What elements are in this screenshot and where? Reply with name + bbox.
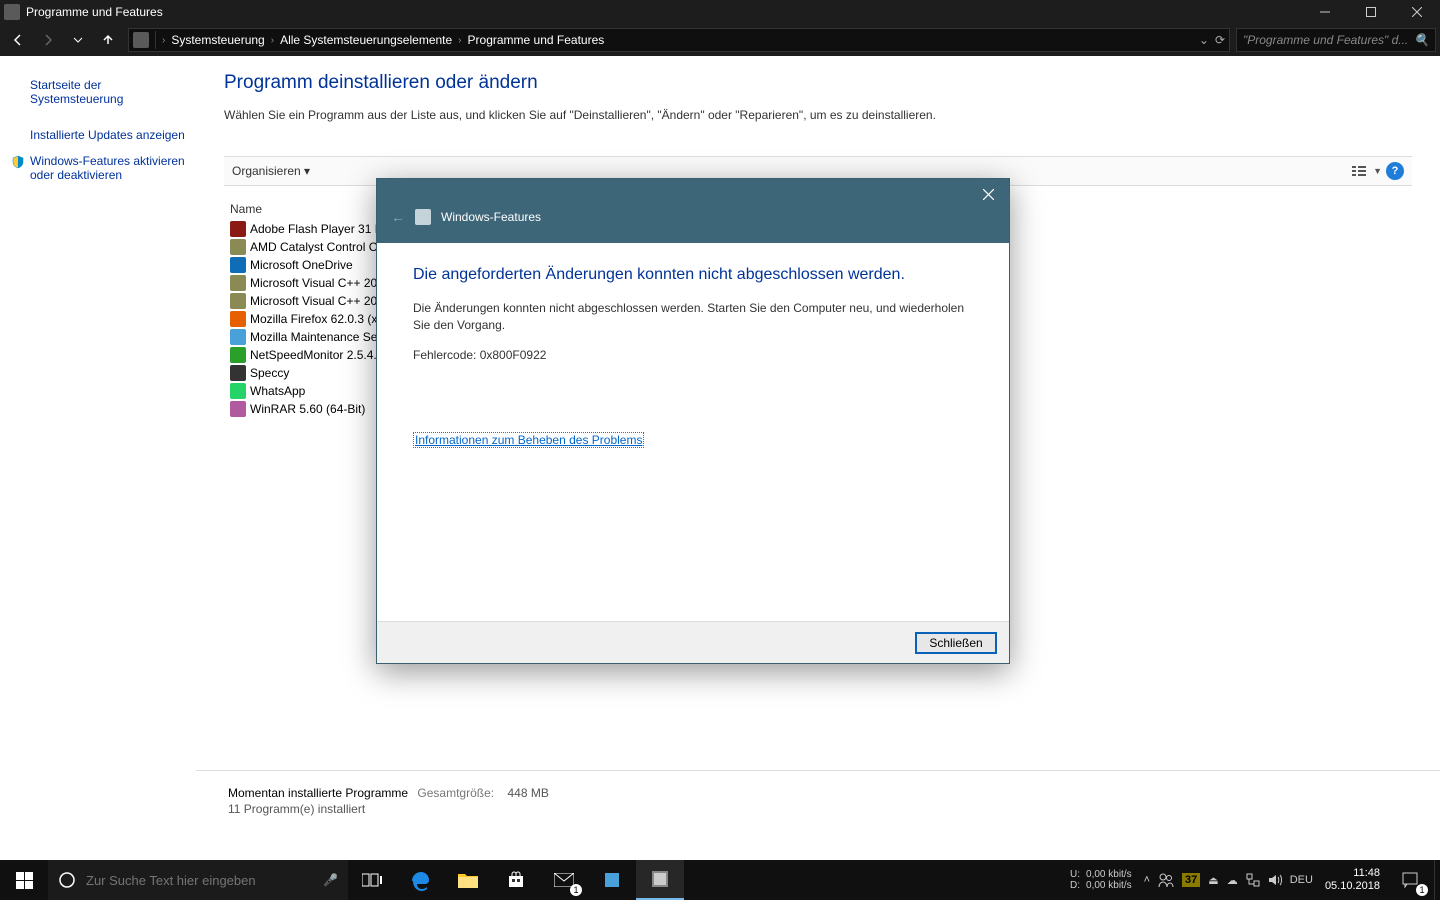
program-icon xyxy=(230,383,246,399)
dialog-body: Die angeforderten Änderungen konnten nic… xyxy=(377,243,1009,621)
nav-back-button[interactable] xyxy=(4,26,32,54)
refresh-icon[interactable]: ⟳ xyxy=(1215,33,1225,47)
chevron-right-icon[interactable]: › xyxy=(162,35,165,46)
chevron-down-icon[interactable]: ⌄ xyxy=(1199,33,1209,47)
chevron-right-icon[interactable]: › xyxy=(271,35,274,46)
nav-forward-button[interactable] xyxy=(34,26,62,54)
action-center-button[interactable] xyxy=(1386,860,1434,900)
system-tray: ˄ 37 ⏏ ☁ DEU xyxy=(1138,860,1319,900)
dialog-error-code: Fehlercode: 0x800F0922 xyxy=(413,347,973,364)
shield-icon xyxy=(10,154,26,170)
clock-date: 05.10.2018 xyxy=(1325,880,1380,893)
breadcrumb[interactable]: Programme und Features xyxy=(468,33,605,47)
dialog-footer: Schließen xyxy=(377,621,1009,663)
program-icon xyxy=(230,275,246,291)
taskbar-search[interactable]: 🎤 xyxy=(48,860,348,900)
breadcrumb[interactable]: Systemsteuerung xyxy=(171,33,264,47)
app-icon xyxy=(4,4,20,20)
program-icon xyxy=(230,221,246,237)
nav-history-button[interactable] xyxy=(64,26,92,54)
address-bar[interactable]: › Systemsteuerung › Alle Systemsteuerung… xyxy=(128,28,1230,52)
dialog-icon xyxy=(415,209,431,225)
people-icon[interactable] xyxy=(1158,872,1174,888)
dialog-back-icon: ← xyxy=(391,209,405,225)
status-title: Momentan installierte Programme xyxy=(228,786,408,800)
navigation-toolbar: › Systemsteuerung › Alle Systemsteuerung… xyxy=(0,24,1440,56)
search-input[interactable]: "Programme und Features" d... 🔍 xyxy=(1236,28,1436,52)
sidebar-home-link[interactable]: Startseite der Systemsteuerung xyxy=(10,72,186,112)
taskbar: 🎤 U:0,00 kbit/s D:0,00 kbit/s ˄ 37 ⏏ ☁ D… xyxy=(0,860,1440,900)
dialog-title: Windows-Features xyxy=(441,210,541,224)
maximize-button[interactable] xyxy=(1348,0,1394,24)
program-icon xyxy=(230,365,246,381)
usb-icon[interactable]: ⏏ xyxy=(1208,874,1218,887)
program-icon xyxy=(230,293,246,309)
tray-overflow-icon[interactable]: ˄ xyxy=(1144,874,1150,886)
sidebar: Startseite der Systemsteuerung Installie… xyxy=(0,56,196,830)
taskbar-app-button[interactable] xyxy=(636,860,684,900)
status-bar: Momentan installierte Programme Gesamtgr… xyxy=(196,770,1440,830)
page-title: Programm deinstallieren oder ändern xyxy=(224,72,1412,94)
volume-icon[interactable] xyxy=(1268,873,1282,887)
network-icon[interactable] xyxy=(1246,873,1260,887)
taskbar-settings-button[interactable] xyxy=(588,860,636,900)
window-title: Programme und Features xyxy=(26,5,1302,19)
sidebar-features-link[interactable]: Windows-Features aktivieren oder deaktiv… xyxy=(10,148,186,188)
dialog-close-action-button[interactable]: Schließen xyxy=(915,632,997,654)
taskbar-explorer-button[interactable] xyxy=(444,860,492,900)
show-desktop-button[interactable] xyxy=(1434,860,1440,900)
clock-time: 11:48 xyxy=(1353,867,1380,880)
dialog-help-link[interactable]: Informationen zum Beheben des Problems xyxy=(413,432,644,448)
taskbar-mail-button[interactable] xyxy=(540,860,588,900)
cpu-badge[interactable]: 37 xyxy=(1182,873,1200,887)
mic-icon[interactable]: 🎤 xyxy=(323,873,338,887)
windows-features-dialog: ← Windows-Features Die angeforderten Änd… xyxy=(376,178,1010,664)
status-size-label: Gesamtgröße: xyxy=(417,786,494,800)
status-count: 11 Programm(e) installiert xyxy=(228,802,549,816)
dialog-header: ← Windows-Features xyxy=(377,179,1009,243)
taskbar-search-input[interactable] xyxy=(86,873,313,888)
status-size-value: 448 MB xyxy=(507,786,548,800)
search-placeholder: "Programme und Features" d... xyxy=(1243,33,1408,47)
view-options-button[interactable] xyxy=(1347,160,1373,182)
address-icon xyxy=(133,32,149,48)
sidebar-updates-link[interactable]: Installierte Updates anzeigen xyxy=(10,122,186,148)
program-name: Microsoft OneDrive xyxy=(250,258,353,272)
taskbar-clock[interactable]: 11:48 05.10.2018 xyxy=(1319,867,1386,893)
dialog-heading: Die angeforderten Änderungen konnten nic… xyxy=(413,265,973,286)
search-icon: 🔍 xyxy=(1414,33,1429,47)
dialog-close-button[interactable] xyxy=(967,179,1009,209)
net-speed-monitor[interactable]: U:0,00 kbit/s D:0,00 kbit/s xyxy=(1064,869,1138,891)
program-icon xyxy=(230,329,246,345)
start-button[interactable] xyxy=(0,860,48,900)
cortana-icon xyxy=(58,871,76,889)
taskbar-store-button[interactable] xyxy=(492,860,540,900)
minimize-button[interactable] xyxy=(1302,0,1348,24)
onedrive-icon[interactable]: ☁ xyxy=(1227,874,1238,887)
lang-indicator[interactable]: DEU xyxy=(1290,874,1313,886)
program-icon xyxy=(230,257,246,273)
program-icon xyxy=(230,239,246,255)
program-icon xyxy=(230,401,246,417)
taskbar-edge-button[interactable] xyxy=(396,860,444,900)
dialog-message: Die Änderungen konnten nicht abgeschloss… xyxy=(413,300,973,334)
breadcrumb[interactable]: Alle Systemsteuerungselemente xyxy=(280,33,452,47)
sidebar-item-label: Windows-Features aktivieren oder deaktiv… xyxy=(30,154,186,182)
close-button[interactable] xyxy=(1394,0,1440,24)
program-name: WhatsApp xyxy=(250,384,305,398)
program-name: WinRAR 5.60 (64-Bit) xyxy=(250,402,365,416)
program-icon xyxy=(230,347,246,363)
window-titlebar: Programme und Features xyxy=(0,0,1440,24)
chevron-right-icon[interactable]: › xyxy=(458,35,461,46)
program-icon xyxy=(230,311,246,327)
page-subtitle: Wählen Sie ein Programm aus der Liste au… xyxy=(224,108,1412,122)
help-button[interactable]: ? xyxy=(1386,162,1404,180)
program-name: Speccy xyxy=(250,366,289,380)
nav-up-button[interactable] xyxy=(94,26,122,54)
task-view-button[interactable] xyxy=(348,860,396,900)
chevron-down-icon[interactable]: ▼ xyxy=(1373,166,1382,176)
organize-button[interactable]: Organisieren ▾ xyxy=(232,164,310,178)
